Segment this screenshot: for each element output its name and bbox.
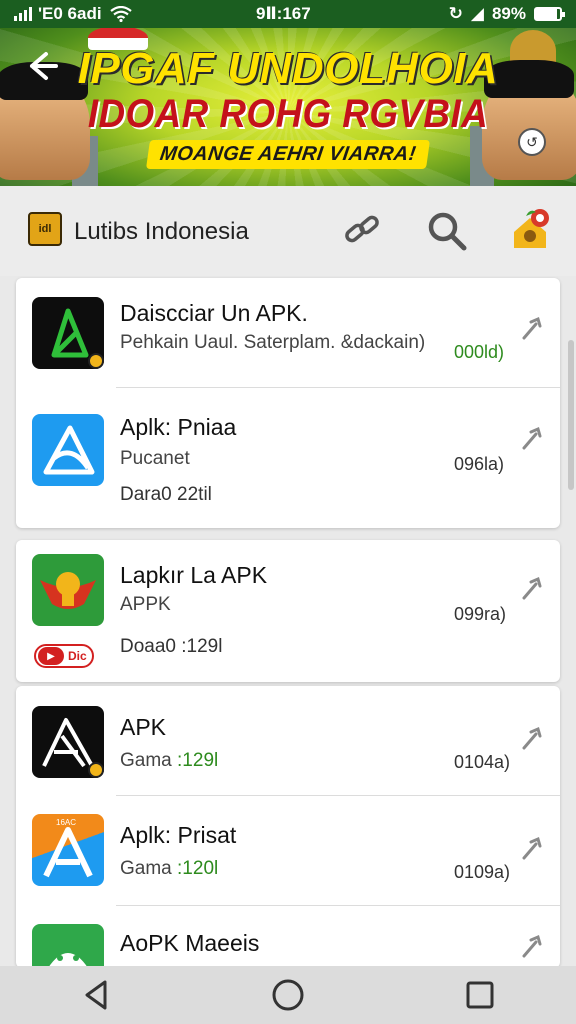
app-category: Gama [120, 858, 172, 879]
download-icon[interactable] [518, 314, 546, 342]
download-icon[interactable] [518, 724, 546, 752]
app-list-card: APK Gama :129l 0104a) 16AC Aplk: Prisat … [16, 686, 560, 968]
app-size: 0109a) [454, 862, 511, 882]
wifi-icon [109, 6, 132, 22]
download-icon[interactable] [518, 834, 546, 862]
blue-triangle-icon [32, 414, 104, 486]
app-logo: idl [28, 212, 62, 246]
app-version: :129l [177, 750, 219, 771]
app-description: APPK [120, 594, 171, 615]
app-size: 000ld) [454, 342, 505, 362]
black-triangle-icon [32, 706, 104, 778]
app-date: Doaa0 :129l [120, 636, 223, 657]
list-item[interactable]: 16AC Aplk: Prisat Gama :120l 0109a) [16, 796, 560, 906]
app-description: Pehkain Uaul. Saterplam. &dackain) [120, 332, 426, 353]
list-item[interactable]: Daiscciar Un APK. Pehkain Uaul. Saterpla… [16, 278, 560, 388]
badge-dot [88, 353, 104, 369]
app-header: idl Lutibs Indonesia [0, 186, 576, 276]
list-item[interactable]: ▶ Dic Lapkır La APK APPK Doaa0 :129l 099… [16, 540, 560, 682]
back-arrow-icon[interactable] [22, 46, 62, 86]
video-badge: ▶ Dic [34, 644, 94, 668]
app-name: AoPK Maeeis [120, 930, 260, 956]
icon-label: 16AC [56, 818, 76, 827]
banner-tagline-text: MOANGE AEHRI VIARRA! [145, 140, 431, 169]
android-icon [32, 924, 104, 968]
signal-small-icon: ◢ [470, 4, 484, 23]
list-item[interactable]: Aplk: Pniaa Pucanet Dara0 22til 096la) [16, 388, 560, 528]
battery-percent: 89% [491, 4, 526, 23]
navigation-bar [0, 966, 576, 1024]
app-category: Gama [120, 750, 172, 771]
play-icon: ▶ [38, 647, 64, 665]
app-date: Dara0 22til [120, 484, 212, 505]
app-title: Lutibs Indonesia [74, 218, 249, 245]
banner-headline: IPGAF UNDOLHOIA [77, 44, 499, 93]
recents-nav-icon[interactable] [460, 975, 500, 1015]
app-name: Aplk: Prisat [120, 822, 237, 848]
share-icon[interactable]: ↺ [518, 128, 546, 156]
app-version: :120l [177, 858, 219, 879]
app-name: Daiscciar Un APK. [120, 300, 308, 326]
list-item[interactable]: AoPK Maeeis [16, 906, 560, 968]
download-icon[interactable] [518, 574, 546, 602]
battery-icon [534, 7, 565, 21]
list-item[interactable]: APK Gama :129l 0104a) [16, 686, 560, 796]
badge-dot [88, 762, 104, 778]
home-nav-icon[interactable] [268, 975, 308, 1015]
download-icon[interactable] [518, 424, 546, 452]
app-size: 0104a) [454, 752, 511, 772]
app-description: Gama :129l [120, 750, 218, 772]
back-nav-icon[interactable] [76, 975, 116, 1015]
download-icon[interactable] [518, 932, 546, 960]
green-triangle-icon [32, 297, 104, 369]
avatar-icon[interactable] [508, 206, 552, 252]
sync-icon: ↻ [448, 4, 463, 23]
scrollbar[interactable] [568, 340, 574, 490]
carrier-label: 'E0 6adi [38, 4, 102, 23]
banner-subheadline: IDOAR ROHG RGVBIA [87, 92, 489, 136]
signal-icon [14, 7, 32, 21]
app-size: 096la) [454, 454, 505, 474]
app-description: Pucanet [120, 448, 190, 469]
app-list-card: ▶ Dic Lapkır La APK APPK Doaa0 :129l 099… [16, 540, 560, 682]
app-name: Lapkır La APK [120, 562, 268, 588]
badge-label: Dic [68, 649, 87, 663]
app-name: APK [120, 714, 167, 740]
status-bar: 'E0 6adi 9Ⅱ:167 ↻ ◢ 89% [0, 0, 576, 28]
app-list-card: Daiscciar Un APK. Pehkain Uaul. Saterpla… [16, 278, 560, 528]
app-description: Gama :120l [120, 858, 218, 880]
garuda-icon [32, 554, 104, 626]
search-icon[interactable] [424, 208, 468, 252]
app-size: 099ra) [454, 604, 507, 624]
orange-blue-triangle-icon: 16AC [32, 814, 104, 886]
banner-tagline: MOANGE AEHRI VIARRA! [0, 140, 576, 169]
app-name: Aplk: Pniaa [120, 414, 237, 440]
link-icon[interactable] [340, 208, 384, 252]
status-time: 9Ⅱ:167 [256, 4, 311, 23]
